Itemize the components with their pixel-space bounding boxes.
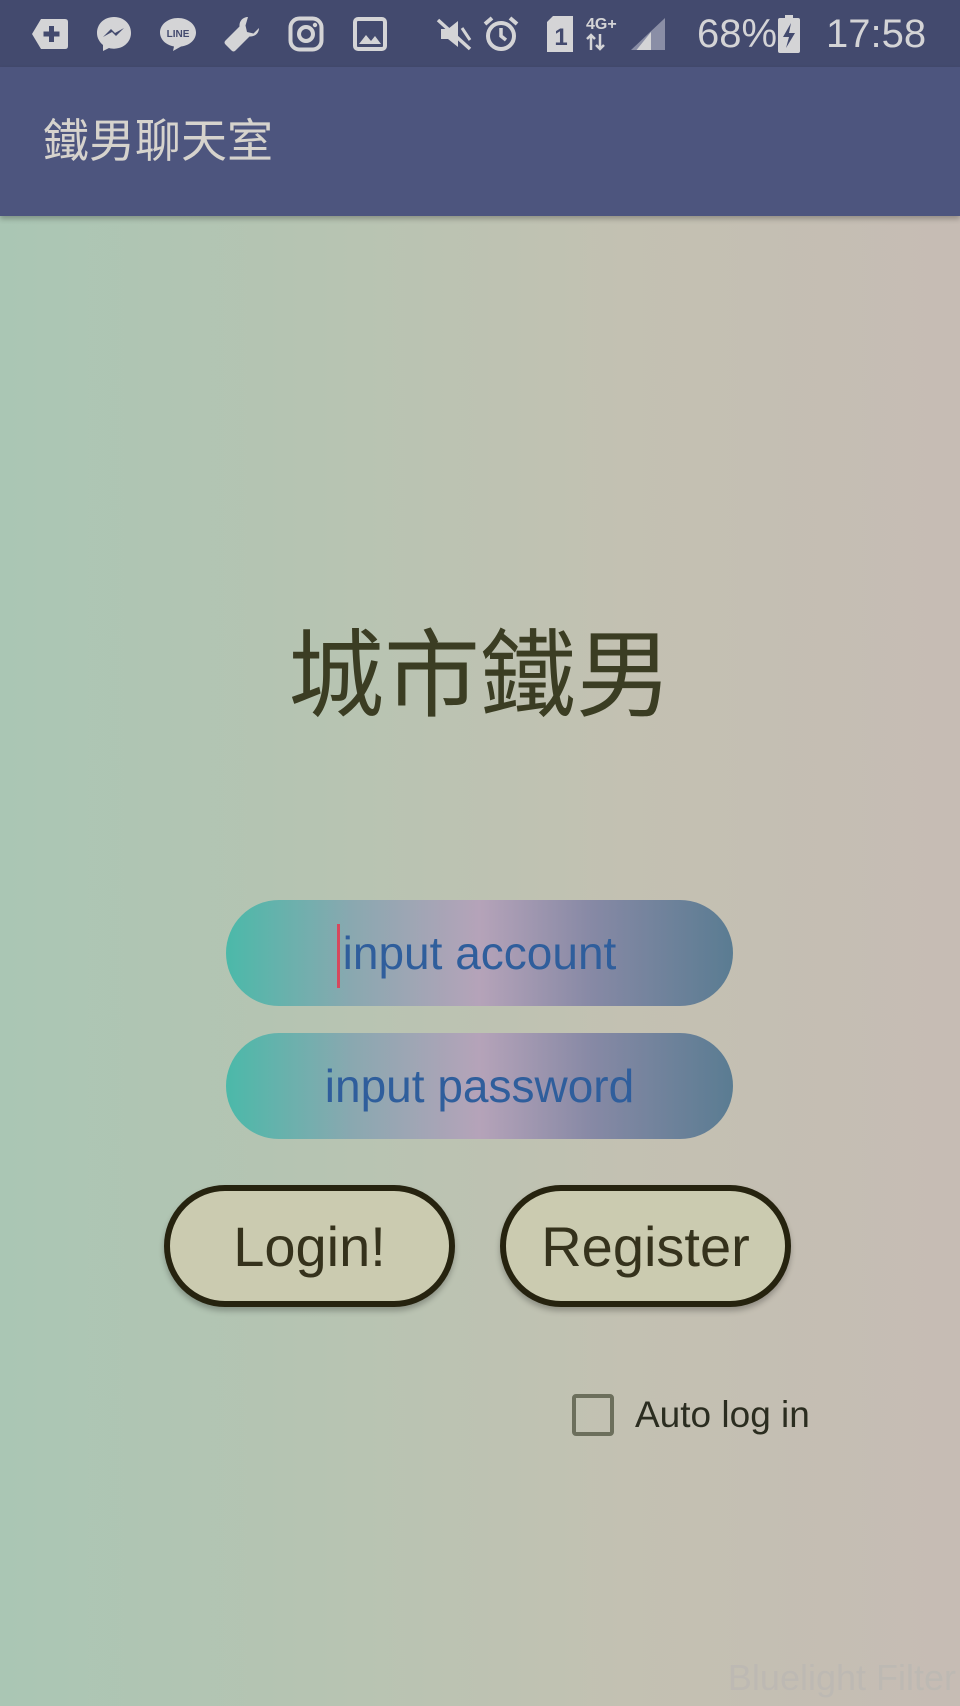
auto-login-checkbox[interactable] [572, 1394, 614, 1436]
app-title: 鐵男聊天室 [43, 114, 273, 168]
messenger-icon [94, 14, 134, 54]
login-button[interactable]: Login! [164, 1185, 455, 1307]
password-placeholder: input password [324, 1060, 635, 1112]
battery-charging-icon [776, 14, 802, 54]
sim-icon: 1 [540, 14, 580, 54]
status-bar: LINE 1 4G+ 68% 17:58 [0, 0, 960, 67]
account-placeholder: input account [336, 924, 617, 988]
app-bar: 鐵男聊天室 [0, 67, 960, 216]
login-screen: LINE 1 4G+ 68% 17:58 鐵男聊天室 城市鐵男 input ac… [0, 0, 960, 1706]
line-icon: LINE [158, 14, 198, 54]
signal-icon [628, 14, 668, 54]
page-heading: 城市鐵男 [288, 620, 672, 732]
text-caret [336, 924, 340, 988]
auto-login-row[interactable]: Auto log in [572, 1390, 810, 1440]
instagram-icon [286, 14, 326, 54]
password-input[interactable]: input password [226, 1033, 733, 1139]
register-button[interactable]: Register [500, 1185, 791, 1307]
battery-percent: 68% [697, 12, 778, 56]
network-type-label: 4G+ [586, 16, 617, 33]
add-icon [30, 14, 70, 54]
wrench-icon [222, 14, 262, 54]
alarm-icon [481, 14, 521, 54]
network-icon: 4G+ [580, 14, 626, 54]
gallery-icon [350, 14, 390, 54]
svg-text:LINE: LINE [167, 29, 190, 40]
sim-slot-number: 1 [554, 24, 567, 51]
vibrate-icon [434, 14, 474, 54]
account-placeholder-text: input account [342, 927, 617, 979]
clock: 17:58 [826, 12, 927, 56]
account-input[interactable]: input account [226, 900, 733, 1006]
auto-login-label[interactable]: Auto log in [635, 1394, 810, 1436]
bluelight-filter-watermark: Bluelight Filter [727, 1657, 956, 1698]
